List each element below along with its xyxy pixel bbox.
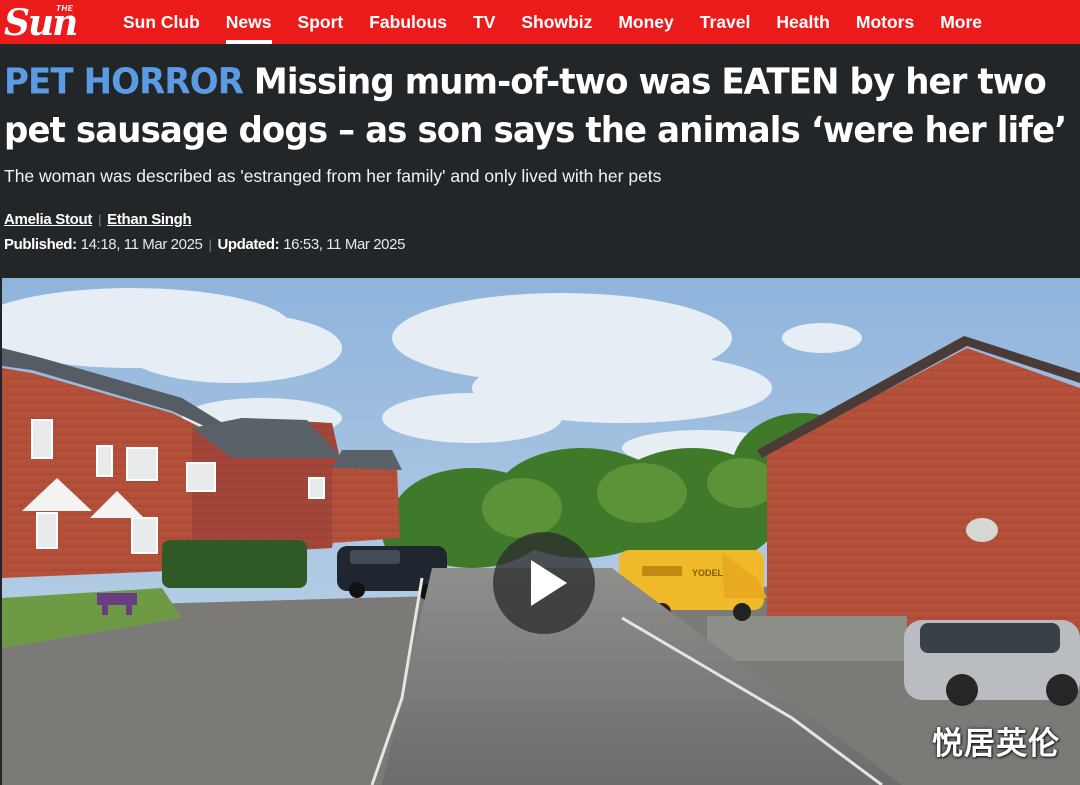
published-label: Published: <box>4 236 77 253</box>
updated-time: 16:53, 11 Mar 2025 <box>283 236 406 253</box>
play-button[interactable] <box>493 532 595 634</box>
van-label: YODEL <box>692 568 724 578</box>
article-headline: PET HORROR Missing mum-of-two was EATEN … <box>4 58 1074 155</box>
nav-item-travel[interactable]: Travel <box>687 0 764 44</box>
nav-item-motors[interactable]: Motors <box>843 0 927 44</box>
nav-item-fabulous[interactable]: Fabulous <box>356 0 460 44</box>
nav-item-sun-club[interactable]: Sun Club <box>110 0 213 44</box>
nav-item-showbiz[interactable]: Showbiz <box>508 0 605 44</box>
nav-menu: Sun Club News Sport Fabulous TV Showbiz … <box>110 0 995 44</box>
play-icon <box>531 560 567 606</box>
timestamp-divider: | <box>208 237 212 252</box>
byline: Amelia Stout | Ethan Singh <box>4 211 192 228</box>
published-time: 14:18, 11 Mar 2025 <box>80 236 203 253</box>
top-nav: Sun THE Sun Club News Sport Fabulous TV … <box>0 0 1080 44</box>
nav-item-money[interactable]: Money <box>605 0 686 44</box>
headline-kicker: PET HORROR <box>4 61 244 104</box>
updated-label: Updated: <box>217 236 280 253</box>
article-video[interactable]: YODEL 悦居英伦 <box>2 278 1080 785</box>
logo-small-text: THE <box>56 4 74 13</box>
article-timestamps: Published: 14:18, 11 Mar 2025 | Updated:… <box>4 236 405 253</box>
author-link[interactable]: Amelia Stout <box>4 211 92 228</box>
nav-item-tv[interactable]: TV <box>460 0 508 44</box>
author-link[interactable]: Ethan Singh <box>107 211 192 228</box>
nav-item-more[interactable]: More <box>927 0 995 44</box>
nav-item-news[interactable]: News <box>213 0 285 44</box>
nav-item-health[interactable]: Health <box>763 0 842 44</box>
nav-item-sport[interactable]: Sport <box>285 0 357 44</box>
image-watermark: 悦居英伦 <box>932 726 1060 762</box>
sun-logo[interactable]: Sun THE <box>4 2 108 42</box>
byline-divider: | <box>98 212 102 227</box>
article-standfirst: The woman was described as 'estranged fr… <box>4 166 662 186</box>
